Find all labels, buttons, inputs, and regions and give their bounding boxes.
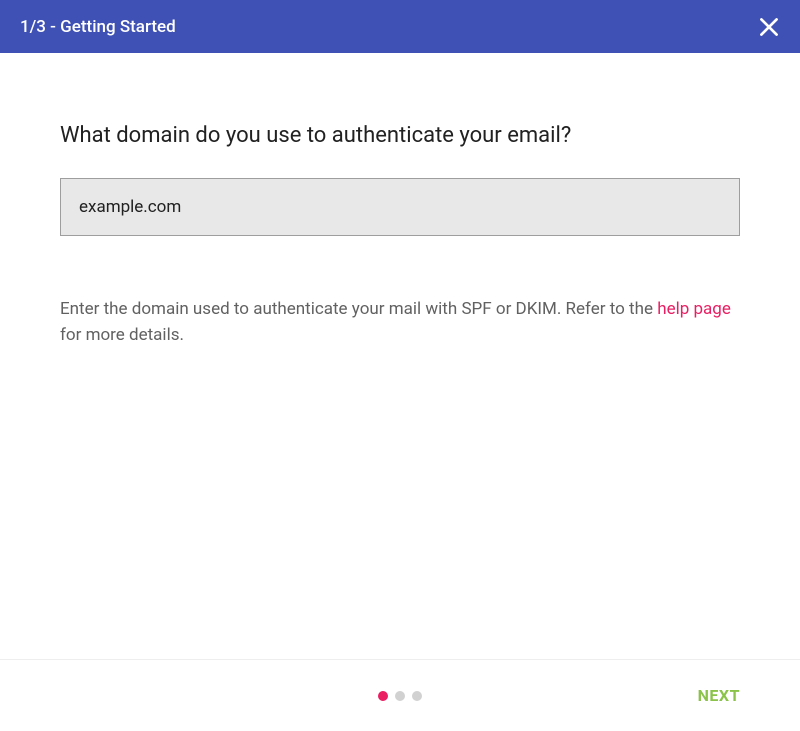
wizard-footer: NEXT [0,659,800,731]
close-icon[interactable] [756,14,782,40]
wizard-header: 1/3 - Getting Started [0,0,800,53]
step-dot-2 [395,691,405,701]
next-button[interactable]: NEXT [698,686,740,705]
help-page-link[interactable]: help page [657,299,731,319]
domain-input[interactable] [60,178,740,236]
step-dot-1 [378,691,388,701]
help-text: Enter the domain used to authenticate yo… [60,296,740,349]
header-title: 1/3 - Getting Started [20,17,176,37]
step-indicator [378,691,422,701]
step-dot-3 [412,691,422,701]
help-text-after: for more details. [60,325,184,345]
help-text-before: Enter the domain used to authenticate yo… [60,299,657,319]
wizard-content: What domain do you use to authenticate y… [0,53,800,659]
question-heading: What domain do you use to authenticate y… [60,123,740,148]
